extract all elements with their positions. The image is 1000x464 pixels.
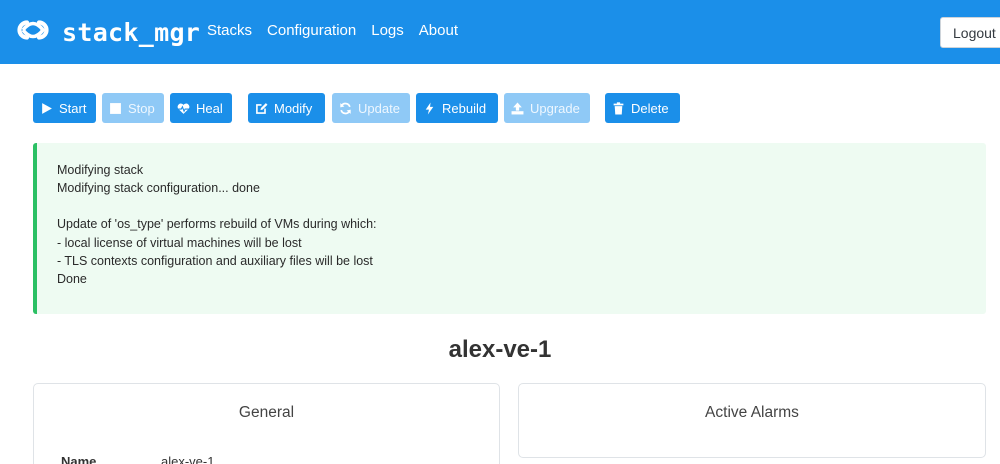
- general-card: General Name alex-ve-1: [33, 383, 500, 464]
- brand[interactable]: stack_mgr: [14, 14, 200, 50]
- alert-line: - TLS contexts configuration and auxilia…: [57, 253, 373, 268]
- alert-line: Modifying stack: [57, 163, 144, 177]
- nav-link-about[interactable]: About: [419, 22, 458, 39]
- bolt-icon: [423, 102, 436, 115]
- name-label: Name: [61, 454, 97, 464]
- rebuild-button[interactable]: Rebuild: [416, 93, 498, 123]
- alert-line: Modifying stack configuration... done: [57, 181, 260, 196]
- heal-button-label: Heal: [196, 100, 223, 116]
- top-navbar: stack_mgr Stacks Configuration Logs Abou…: [0, 0, 1000, 64]
- stack-logo-icon: [14, 19, 52, 46]
- stack-title: alex-ve-1: [448, 336, 552, 363]
- app-name: stack_mgr: [62, 17, 201, 47]
- start-button-label: Start: [59, 100, 87, 116]
- name-value: alex-ve-1: [161, 454, 215, 464]
- edit-icon: [255, 102, 268, 115]
- alert-line: Update of 'os_type' performs rebuild of …: [57, 217, 377, 232]
- upgrade-button[interactable]: Upgrade: [504, 93, 590, 123]
- modify-button-label: Modify: [274, 100, 313, 116]
- stop-button-label: Stop: [128, 100, 155, 116]
- delete-button[interactable]: Delete: [605, 93, 680, 123]
- upload-icon: [511, 102, 524, 115]
- alert-line: Done: [57, 272, 87, 287]
- update-button-label: Update: [358, 100, 400, 116]
- nav-link-configuration[interactable]: Configuration: [267, 22, 356, 39]
- status-alert: Modifying stack Modifying stack configur…: [33, 143, 986, 314]
- stop-button[interactable]: Stop: [102, 93, 164, 123]
- heal-button[interactable]: Heal: [170, 93, 232, 123]
- active-alarms-card-title: Active Alarms: [705, 404, 799, 421]
- stop-icon: [109, 102, 122, 115]
- alert-blank-line: [57, 197, 986, 215]
- modify-button[interactable]: Modify: [248, 93, 325, 123]
- heartbeat-icon: [177, 102, 190, 115]
- active-alarms-card: Active Alarms: [518, 383, 986, 458]
- nav-link-logs[interactable]: Logs: [371, 22, 404, 39]
- trash-icon: [612, 101, 625, 115]
- play-icon: [40, 102, 53, 115]
- delete-button-label: Delete: [631, 100, 669, 116]
- upgrade-button-label: Upgrade: [530, 100, 580, 116]
- sync-icon: [339, 102, 352, 115]
- nav-link-stacks[interactable]: Stacks: [207, 22, 252, 39]
- rebuild-button-label: Rebuild: [442, 100, 487, 116]
- main-nav: Stacks Configuration Logs About: [207, 22, 458, 39]
- general-card-title: General: [238, 404, 295, 421]
- start-button[interactable]: Start: [33, 93, 96, 123]
- alert-line: - local license of virtual machines will…: [57, 235, 302, 250]
- update-button[interactable]: Update: [332, 93, 410, 123]
- logout-button[interactable]: Logout: [940, 17, 1000, 48]
